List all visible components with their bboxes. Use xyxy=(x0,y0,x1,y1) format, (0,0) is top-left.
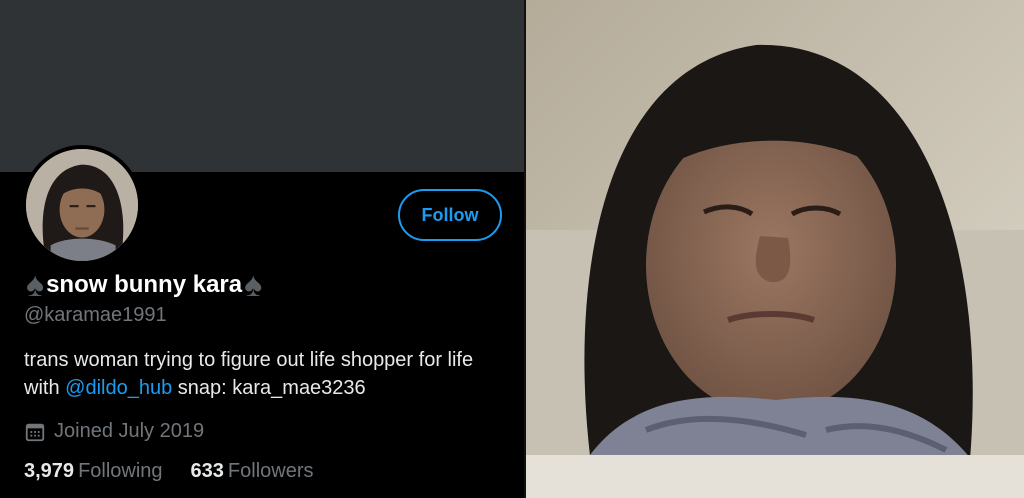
joined-date: Joined July 2019 xyxy=(24,420,204,443)
profile-bio: trans woman trying to figure out life sh… xyxy=(24,346,514,402)
follow-button[interactable]: Follow xyxy=(398,189,502,241)
bio-mention-link[interactable]: @dildo_hub xyxy=(65,377,172,399)
followers-link[interactable]: 633 Followers xyxy=(191,460,314,483)
following-count: 3,979 xyxy=(24,460,75,482)
profile-panel: Follow ♠ snow bunny kara ♠ @karamae1991 … xyxy=(0,0,524,498)
display-name: ♠ snow bunny kara ♠ xyxy=(26,268,262,302)
following-link[interactable]: 3,979 Following xyxy=(24,460,163,483)
profile-photo xyxy=(526,0,1024,498)
profile-handle: @karamae1991 xyxy=(24,304,167,326)
calendar-icon xyxy=(24,421,46,443)
avatar[interactable] xyxy=(22,145,142,265)
profile-stats: 3,979 Following 633 Followers xyxy=(24,460,314,483)
following-label: Following xyxy=(78,460,163,482)
photo-image xyxy=(526,0,1024,498)
followers-count: 633 xyxy=(190,460,224,482)
spade-icon: ♠ xyxy=(26,266,45,304)
display-name-text: snow bunny kara xyxy=(46,271,243,298)
followers-label: Followers xyxy=(227,460,314,482)
bio-text: snap: kara_mae3236 xyxy=(177,377,366,399)
spade-icon: ♠ xyxy=(244,266,263,304)
avatar-image xyxy=(26,149,138,261)
joined-text: Joined July 2019 xyxy=(54,420,205,442)
